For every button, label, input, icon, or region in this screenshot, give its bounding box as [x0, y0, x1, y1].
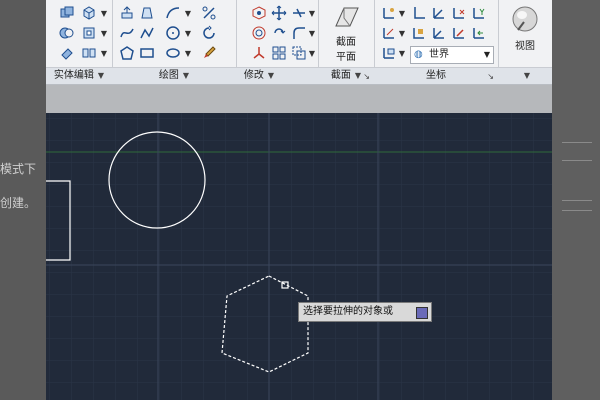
section-plane-label-line2: 平面 — [336, 52, 356, 63]
array-icon[interactable] — [270, 44, 288, 62]
panel-section: 截面 平面 截面 ▼ ↘ — [318, 0, 375, 84]
circle-dropdown[interactable]: ▼ — [184, 24, 192, 42]
section-plane-button[interactable]: 截面 平面 — [324, 4, 368, 63]
separate-icon[interactable] — [80, 44, 98, 62]
loft-icon[interactable] — [138, 4, 156, 22]
chevron-down-icon: ▼ — [483, 50, 490, 59]
trim-icon[interactable] — [290, 4, 308, 22]
ucs-view-icon[interactable] — [380, 24, 398, 42]
background-document-strip: 模式下 创建。 — [0, 0, 46, 400]
section-plane-icon — [335, 7, 359, 27]
section-plane-label-line1: 截面 — [336, 37, 356, 48]
dynamic-input-icon[interactable] — [416, 307, 428, 319]
ucs-object-icon[interactable] — [410, 24, 428, 42]
ucs-world-value: 世界 — [429, 49, 449, 60]
globe-icon: ◍ — [414, 49, 423, 60]
ucs-named-icon[interactable] — [380, 44, 398, 62]
circle-icon[interactable] — [164, 24, 182, 42]
polyline-icon[interactable] — [138, 24, 156, 42]
spline-icon[interactable] — [118, 24, 136, 42]
view-button[interactable]: 视图 — [504, 4, 546, 52]
offset-icon[interactable] — [290, 44, 308, 62]
panel-title-solid-editing[interactable]: 实体编辑 ▼ — [46, 67, 112, 84]
ucs-dropdown[interactable]: ▼ — [398, 4, 406, 22]
arc-icon[interactable] — [164, 4, 182, 22]
panel-title-modify[interactable]: 修改 ▼ — [200, 67, 318, 84]
rectangle-icon[interactable] — [138, 44, 156, 62]
box-icon[interactable] — [80, 4, 98, 22]
background-text-line-1: 模式下 — [0, 162, 37, 176]
ucs-3point-icon[interactable] — [450, 24, 468, 42]
ucs-face-icon[interactable] — [430, 24, 448, 42]
background-right-strip — [552, 0, 600, 400]
3d-move-icon[interactable] — [250, 4, 268, 22]
drawing-canvas[interactable] — [46, 113, 552, 400]
tab-bar-area — [46, 85, 552, 113]
ucs-named-dropdown[interactable]: ▼ — [398, 44, 406, 62]
subtract-icon[interactable] — [58, 24, 76, 42]
panel-coordinates: ▼ ▼ ▼ ◍ 世界 ▼ 坐标 ↘ — [374, 0, 499, 84]
arc-dropdown[interactable]: ▼ — [184, 4, 192, 22]
canvas-drawing — [46, 113, 552, 400]
panel-title-view[interactable]: ▼ — [498, 67, 552, 84]
ellipse-icon[interactable] — [164, 44, 182, 62]
intersect-icon[interactable] — [58, 44, 76, 62]
move-icon[interactable] — [270, 4, 288, 22]
trim-dropdown[interactable]: ▼ — [308, 4, 316, 22]
fillet-dropdown[interactable]: ▼ — [308, 24, 316, 42]
ucs-origin-icon[interactable] — [410, 4, 428, 22]
section-panel-launcher[interactable]: ↘ — [363, 72, 370, 81]
solid-edit-dropdown-1[interactable]: ▼ — [100, 4, 108, 22]
fillet-icon[interactable] — [290, 24, 308, 42]
ribbon: ▼ ▼ ▼ 实体编辑 ▼ ▼ ▼ ▼ 绘图 ▼ ▼ ▼ ▼ 修改 ▼ 截面 平面… — [46, 0, 552, 85]
ucs-z-icon[interactable] — [430, 4, 448, 22]
ucs-view-dropdown[interactable]: ▼ — [398, 24, 406, 42]
ucs-world-select[interactable]: ◍ 世界 ▼ — [410, 46, 494, 64]
command-prompt-tooltip: 选择要拉伸的对象或 — [298, 302, 432, 322]
view-button-label: 视图 — [515, 41, 535, 52]
offset-dropdown[interactable]: ▼ — [308, 44, 316, 62]
background-text-line-2: 创建。 — [0, 196, 37, 210]
view-sphere-icon — [512, 6, 538, 32]
3d-rotate-icon[interactable] — [250, 24, 268, 42]
ucs-x-icon[interactable] — [450, 4, 468, 22]
copy-icon[interactable] — [270, 24, 288, 42]
3d-align-icon[interactable] — [250, 44, 268, 62]
panel-solid-editing: ▼ ▼ ▼ 实体编辑 ▼ — [46, 0, 113, 84]
polygon-icon[interactable] — [118, 44, 136, 62]
ucs-icon[interactable] — [380, 4, 398, 22]
coordinates-panel-launcher[interactable]: ↘ — [487, 72, 494, 81]
ucs-y-icon[interactable] — [470, 4, 488, 22]
union-icon[interactable] — [58, 4, 76, 22]
panel-title-coordinates: 坐标 — [374, 67, 498, 84]
panel-view: 视图 ▼ — [498, 0, 552, 84]
solid-edit-dropdown-2[interactable]: ▼ — [100, 24, 108, 42]
solid-edit-dropdown-3[interactable]: ▼ — [100, 44, 108, 62]
panel-modify: ▼ ▼ ▼ 修改 ▼ — [200, 0, 319, 84]
extrude-icon[interactable] — [118, 4, 136, 22]
tooltip-text: 选择要拉伸的对象或 — [303, 306, 393, 317]
ellipse-dropdown[interactable]: ▼ — [184, 44, 192, 62]
ucs-previous-icon[interactable] — [470, 24, 488, 42]
shell-icon[interactable] — [80, 24, 98, 42]
